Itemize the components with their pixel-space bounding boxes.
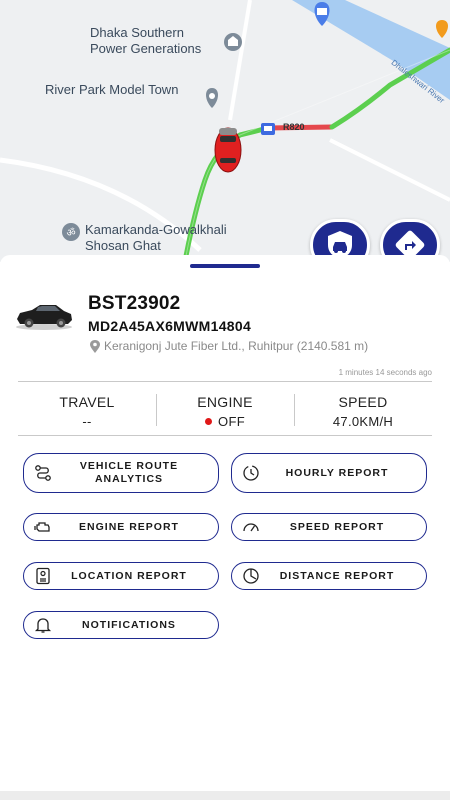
system-navigation-bar: [0, 791, 450, 800]
engine-status-dot: [205, 418, 213, 425]
speed-report-button[interactable]: SPEED REPORT: [231, 513, 427, 541]
engine-icon: [34, 522, 50, 532]
vehicle-stats: TRAVEL -- ENGINE OFF SPEED 47.0KM/H: [18, 381, 432, 436]
hourly-report-label: HOURLY REPORT: [285, 466, 389, 479]
stat-travel-title: TRAVEL: [59, 394, 115, 410]
location-document-icon: [36, 567, 50, 585]
vehicle-vin: MD2A45AX6MWM14804: [88, 318, 252, 334]
poi-ghat-label: Kamarkanda-Gowalkhali Shosan Ghat: [85, 222, 227, 253]
engine-report-button[interactable]: ENGINE REPORT: [23, 513, 219, 541]
route-icon: [35, 465, 51, 481]
vehicle-location-text: Keranigonj Jute Fiber Ltd., Ruhitpur (21…: [104, 339, 369, 353]
engine-report-label: ENGINE REPORT: [79, 520, 179, 533]
vehicle-details-sheet: BST23902 MD2A45AX6MWM14804 Keranigonj Ju…: [0, 255, 450, 800]
vehicle-location-row: Keranigonj Jute Fiber Ltd., Ruhitpur (21…: [90, 339, 368, 353]
vehicle-route-analytics-button[interactable]: VEHICLE ROUTE ANALYTICS: [23, 453, 219, 493]
stat-travel: TRAVEL --: [18, 382, 156, 435]
vehicle-plate: BST23902: [88, 293, 181, 314]
location-report-label: LOCATION REPORT: [71, 569, 187, 582]
vehicle-route-analytics-label: VEHICLE ROUTE ANALYTICS: [79, 460, 179, 485]
bell-icon: [34, 618, 52, 633]
stat-travel-value: --: [82, 414, 92, 429]
speed-report-label: SPEED REPORT: [289, 520, 385, 533]
stat-speed-title: SPEED: [338, 394, 388, 410]
poi-town-label: River Park Model Town: [45, 82, 179, 97]
map-view[interactable]: ॐ Dhaka Southern Power Generations River…: [0, 0, 450, 262]
sheet-drag-handle[interactable]: [190, 264, 260, 268]
distance-report-label: DISTANCE REPORT: [279, 569, 395, 582]
notifications-button[interactable]: NOTIFICATIONS: [23, 611, 219, 639]
stat-speed: SPEED 47.0KM/H: [294, 382, 432, 435]
stat-engine-title: ENGINE: [197, 394, 253, 410]
location-pin-icon: [90, 339, 100, 353]
notifications-label: NOTIFICATIONS: [82, 618, 176, 631]
svg-text:ॐ: ॐ: [66, 227, 75, 239]
last-updated-text: 1 minutes 14 seconds ago: [338, 368, 432, 377]
stat-speed-value: 47.0KM/H: [332, 414, 394, 429]
hourly-report-button[interactable]: HOURLY REPORT: [231, 453, 427, 493]
poi-power-label: Dhaka Southern Power Generations: [90, 25, 202, 56]
clock-icon: [243, 465, 259, 481]
distance-icon: [243, 568, 259, 584]
route-code-label: R820: [283, 122, 305, 132]
distance-report-button[interactable]: DISTANCE REPORT: [231, 562, 427, 590]
stat-engine: ENGINE OFF: [156, 382, 294, 435]
speedometer-icon: [243, 523, 259, 532]
app-screen: ॐ Dhaka Southern Power Generations River…: [0, 0, 450, 800]
location-report-button[interactable]: LOCATION REPORT: [23, 562, 219, 590]
stat-engine-value: OFF: [218, 414, 245, 429]
vehicle-thumbnail: [16, 305, 72, 330]
